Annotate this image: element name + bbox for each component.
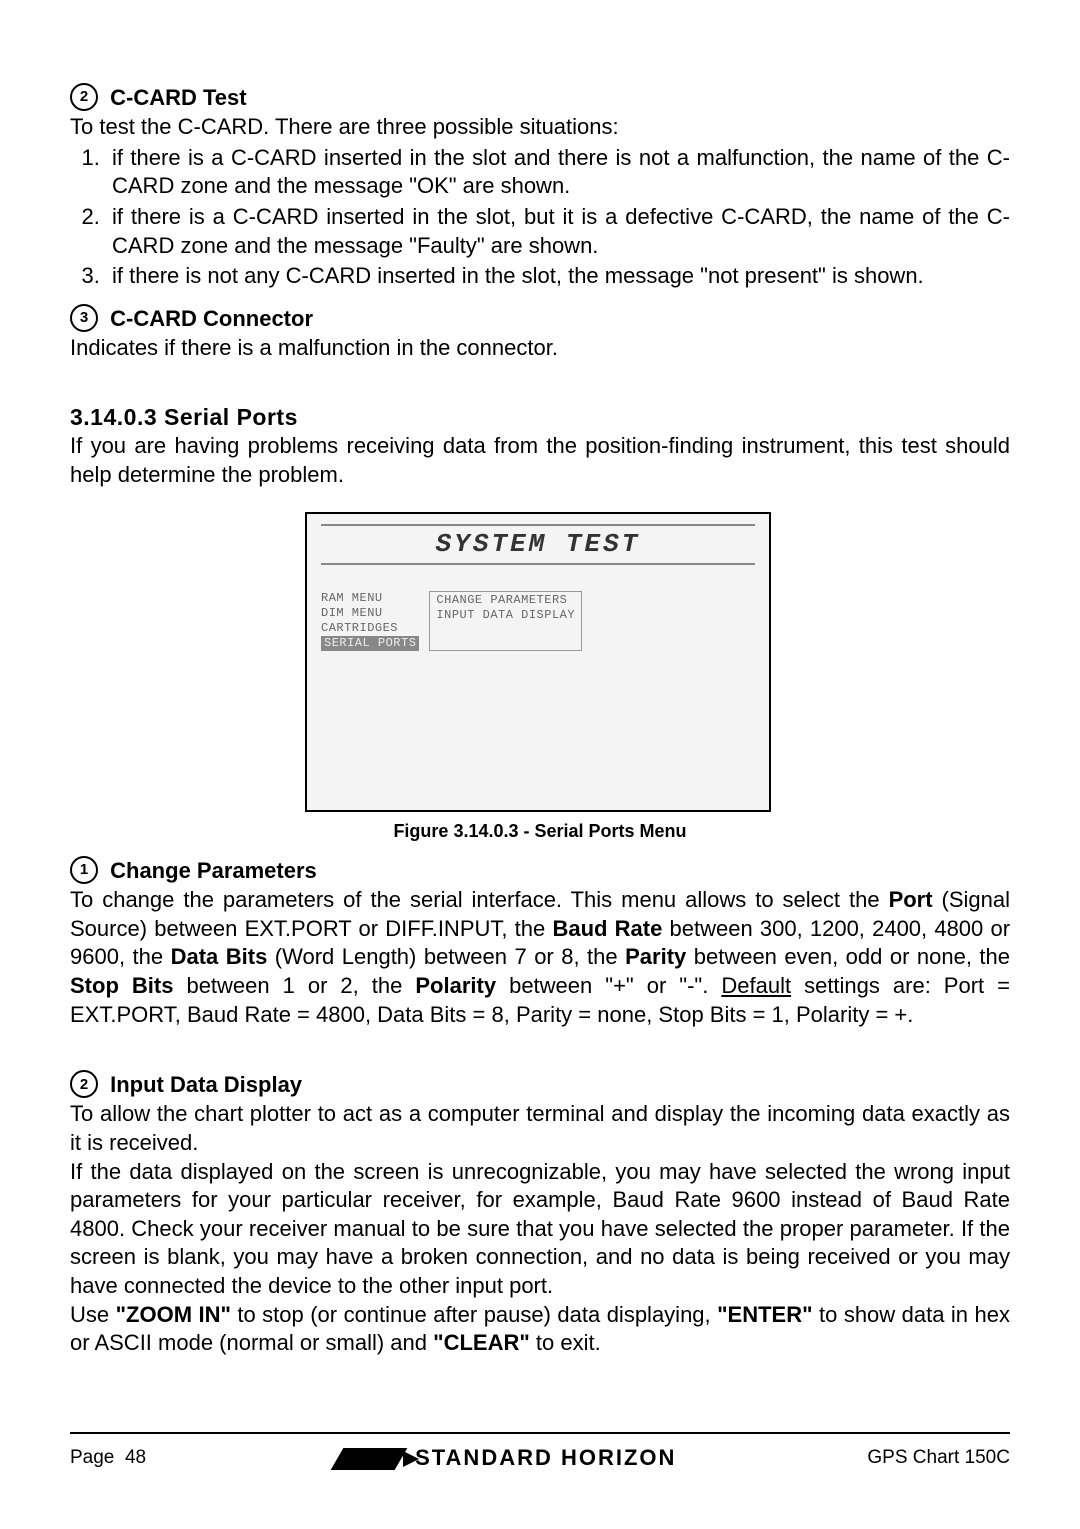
footer-brand: STANDARD HORIZON xyxy=(337,1444,676,1473)
circled-number-2b: 2 xyxy=(70,1070,98,1098)
input-data-display-p1: To allow the chart plotter to act as a c… xyxy=(70,1100,1010,1157)
menu-item: INPUT DATA DISPLAY xyxy=(436,608,575,623)
ccard-test-intro: To test the C-CARD. There are three poss… xyxy=(70,113,1010,142)
input-data-display-p3: Use "ZOOM IN" to stop (or continue after… xyxy=(70,1301,1010,1358)
page-footer: Page 48 STANDARD HORIZON GPS Chart 150C xyxy=(70,1432,1010,1473)
input-data-display-p2: If the data displayed on the screen is u… xyxy=(70,1158,1010,1301)
figure-caption: Figure 3.14.0.3 - Serial Ports Menu xyxy=(305,820,775,843)
menu-item: RAM MENU xyxy=(321,591,419,606)
brand-text: STANDARD HORIZON xyxy=(415,1444,676,1473)
ccard-test-heading: 2 C-CARD Test xyxy=(70,84,1010,113)
brand-logo-icon xyxy=(331,1448,408,1470)
circled-number-3: 3 xyxy=(70,304,98,332)
ccard-connector-heading: 3 C-CARD Connector xyxy=(70,305,1010,334)
serial-ports-heading-num: 3.14.0.3 xyxy=(70,404,157,430)
serial-ports-figure: SYSTEM TEST RAM MENU DIM MENU CARTRIDGES… xyxy=(305,512,775,843)
serial-ports-heading: 3.14.0.3 Serial Ports xyxy=(70,403,1010,433)
circled-number-1: 1 xyxy=(70,856,98,884)
screen-title: SYSTEM TEST xyxy=(436,529,641,559)
list-item: if there is not any C-CARD inserted in t… xyxy=(106,262,1010,291)
list-item: if there is a C-CARD inserted in the slo… xyxy=(106,144,1010,201)
circled-number-2: 2 xyxy=(70,83,98,111)
footer-model: GPS Chart 150C xyxy=(867,1446,1010,1471)
input-data-display-title: Input Data Display xyxy=(110,1072,302,1097)
ccard-connector-text: Indicates if there is a malfunction in t… xyxy=(70,334,1010,363)
input-data-display-heading: 2 Input Data Display xyxy=(70,1071,1010,1100)
list-item: if there is a C-CARD inserted in the slo… xyxy=(106,203,1010,260)
screen-menu-left: RAM MENU DIM MENU CARTRIDGES SERIAL PORT… xyxy=(321,591,419,651)
change-parameters-text: To change the parameters of the serial i… xyxy=(70,886,1010,1029)
footer-page: Page 48 xyxy=(70,1446,146,1471)
menu-item-selected: SERIAL PORTS xyxy=(321,636,419,651)
system-test-screen: SYSTEM TEST RAM MENU DIM MENU CARTRIDGES… xyxy=(305,512,771,812)
menu-item: CARTRIDGES xyxy=(321,621,419,636)
change-parameters-title: Change Parameters xyxy=(110,858,317,883)
ccard-connector-title: C-CARD Connector xyxy=(110,306,313,331)
menu-item: DIM MENU xyxy=(321,606,419,621)
screen-menu-right: CHANGE PARAMETERS INPUT DATA DISPLAY xyxy=(429,591,582,651)
screen-title-bar: SYSTEM TEST xyxy=(321,524,755,566)
change-parameters-heading: 1 Change Parameters xyxy=(70,857,1010,886)
manual-page: 2 C-CARD Test To test the C-CARD. There … xyxy=(0,0,1080,1529)
menu-item: CHANGE PARAMETERS xyxy=(436,593,575,608)
ccard-test-title: C-CARD Test xyxy=(110,85,246,110)
ccard-test-list: if there is a C-CARD inserted in the slo… xyxy=(70,144,1010,291)
serial-ports-intro: If you are having problems receiving dat… xyxy=(70,432,1010,489)
serial-ports-heading-title: Serial Ports xyxy=(164,404,298,430)
